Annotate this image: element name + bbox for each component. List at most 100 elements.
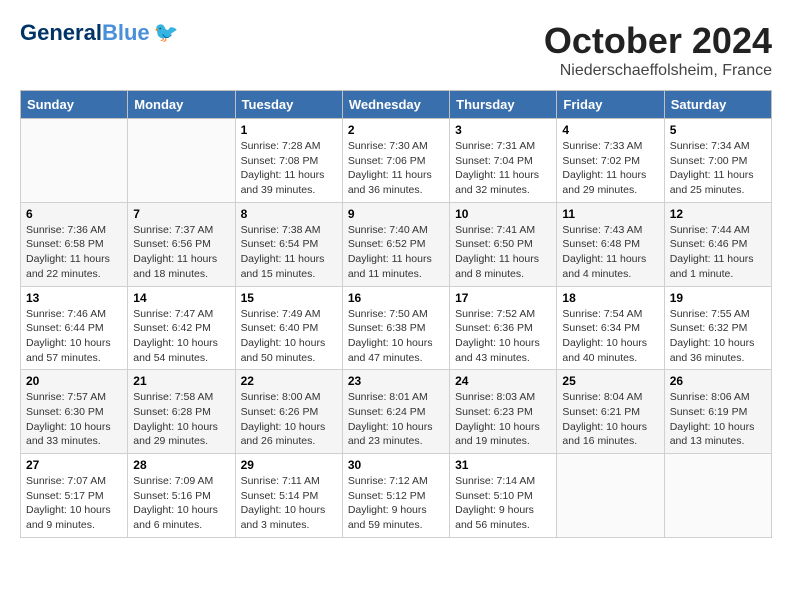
day-detail: Sunrise: 7:58 AMSunset: 6:28 PMDaylight:… (133, 390, 229, 449)
header-sunday: Sunday (21, 91, 128, 119)
day-number: 21 (133, 374, 229, 388)
calendar-cell: 9Sunrise: 7:40 AMSunset: 6:52 PMDaylight… (342, 202, 449, 286)
title-area: October 2024 Niederschaeffolsheim, Franc… (544, 20, 772, 80)
day-number: 14 (133, 291, 229, 305)
day-number: 7 (133, 207, 229, 221)
day-detail: Sunrise: 7:41 AMSunset: 6:50 PMDaylight:… (455, 223, 551, 282)
day-number: 10 (455, 207, 551, 221)
calendar-cell: 16 Sunrise: 7:50 AMSunset: 6:38 PMDayligh… (342, 286, 449, 370)
day-detail: Sunrise: 7:33 AMSunset: 7:02 PMDaylight:… (562, 139, 658, 198)
logo-text: GeneralBlue (20, 22, 150, 44)
day-detail: Sunrise: 7:14 AMSunset: 5:10 PMDaylight:… (455, 474, 551, 533)
day-detail: Sunrise: 7:49 AMSunset: 6:40 PMDaylight:… (241, 307, 337, 366)
day-detail: Sunrise: 7:09 AMSunset: 5:16 PMDaylight:… (133, 474, 229, 533)
day-detail: Sunrise: 7:34 AMSunset: 7:00 PMDaylight:… (670, 139, 766, 198)
day-number: 27 (26, 458, 122, 472)
day-number: 18 (562, 291, 658, 305)
calendar-cell: 11 Sunrise: 7:43 AMSunset: 6:48 PMDayligh… (557, 202, 664, 286)
header-wednesday: Wednesday (342, 91, 449, 119)
calendar-cell: 31 Sunrise: 7:14 AMSunset: 5:10 PMDayligh… (450, 454, 557, 538)
day-number: 29 (241, 458, 337, 472)
day-number: 4 (562, 123, 658, 137)
day-detail: Sunrise: 7:52 AMSunset: 6:36 PMDaylight:… (455, 307, 551, 366)
calendar-cell (557, 454, 664, 538)
day-number: 16 (348, 291, 444, 305)
day-number: 17 (455, 291, 551, 305)
day-number: 15 (241, 291, 337, 305)
day-number: 26 (670, 374, 766, 388)
day-number: 2 (348, 123, 444, 137)
calendar-week-row: 13Sunrise: 7:46 AMSunset: 6:44 PMDayligh… (21, 286, 772, 370)
calendar-cell: 13Sunrise: 7:46 AMSunset: 6:44 PMDayligh… (21, 286, 128, 370)
day-number: 31 (455, 458, 551, 472)
calendar-cell: 20 Sunrise: 7:57 AMSunset: 6:30 PMDayligh… (21, 370, 128, 454)
calendar-cell (21, 119, 128, 203)
calendar-cell: 18Sunrise: 7:54 AMSunset: 6:34 PMDayligh… (557, 286, 664, 370)
calendar-cell: 3 Sunrise: 7:31 AMSunset: 7:04 PMDaylight… (450, 119, 557, 203)
day-detail: Sunrise: 7:30 AMSunset: 7:06 PMDaylight:… (348, 139, 444, 198)
calendar-cell: 17 Sunrise: 7:52 AMSunset: 6:36 PMDayligh… (450, 286, 557, 370)
calendar-cell: 6Sunrise: 7:36 AMSunset: 6:58 PMDaylight… (21, 202, 128, 286)
calendar-cell: 24Sunrise: 8:03 AMSunset: 6:23 PMDayligh… (450, 370, 557, 454)
calendar-cell (664, 454, 771, 538)
day-detail: Sunrise: 8:00 AMSunset: 6:26 PMDaylight:… (241, 390, 337, 449)
calendar-cell: 5 Sunrise: 7:34 AMSunset: 7:00 PMDaylight… (664, 119, 771, 203)
day-number: 28 (133, 458, 229, 472)
calendar: Sunday Monday Tuesday Wednesday Thursday… (20, 90, 772, 538)
calendar-cell: 4 Sunrise: 7:33 AMSunset: 7:02 PMDaylight… (557, 119, 664, 203)
calendar-cell: 2 Sunrise: 7:30 AMSunset: 7:06 PMDaylight… (342, 119, 449, 203)
day-detail: Sunrise: 7:57 AMSunset: 6:30 PMDaylight:… (26, 390, 122, 449)
day-detail: Sunrise: 7:28 AMSunset: 7:08 PMDaylight:… (241, 139, 337, 198)
day-number: 1 (241, 123, 337, 137)
calendar-cell: 29 Sunrise: 7:11 AMSunset: 5:14 PMDayligh… (235, 454, 342, 538)
calendar-week-row: 1 Sunrise: 7:28 AMSunset: 7:08 PMDaylight… (21, 119, 772, 203)
header-tuesday: Tuesday (235, 91, 342, 119)
day-number: 20 (26, 374, 122, 388)
day-detail: Sunrise: 7:12 AMSunset: 5:12 PMDaylight:… (348, 474, 444, 533)
day-number: 19 (670, 291, 766, 305)
day-detail: Sunrise: 8:01 AMSunset: 6:24 PMDaylight:… (348, 390, 444, 449)
calendar-cell: 1 Sunrise: 7:28 AMSunset: 7:08 PMDaylight… (235, 119, 342, 203)
day-detail: Sunrise: 7:11 AMSunset: 5:14 PMDaylight:… (241, 474, 337, 533)
day-detail: Sunrise: 7:37 AMSunset: 6:56 PMDaylight:… (133, 223, 229, 282)
calendar-cell: 23Sunrise: 8:01 AMSunset: 6:24 PMDayligh… (342, 370, 449, 454)
day-number: 30 (348, 458, 444, 472)
calendar-cell: 8Sunrise: 7:38 AMSunset: 6:54 PMDaylight… (235, 202, 342, 286)
day-detail: Sunrise: 8:03 AMSunset: 6:23 PMDaylight:… (455, 390, 551, 449)
calendar-cell: 27 Sunrise: 7:07 AMSunset: 5:17 PMDayligh… (21, 454, 128, 538)
day-number: 12 (670, 207, 766, 221)
day-detail: Sunrise: 7:44 AMSunset: 6:46 PMDaylight:… (670, 223, 766, 282)
calendar-week-row: 6Sunrise: 7:36 AMSunset: 6:58 PMDaylight… (21, 202, 772, 286)
day-number: 8 (241, 207, 337, 221)
calendar-week-row: 27 Sunrise: 7:07 AMSunset: 5:17 PMDayligh… (21, 454, 772, 538)
calendar-cell: 19 Sunrise: 7:55 AMSunset: 6:32 PMDayligh… (664, 286, 771, 370)
day-detail: Sunrise: 7:31 AMSunset: 7:04 PMDaylight:… (455, 139, 551, 198)
day-number: 5 (670, 123, 766, 137)
calendar-cell: 26Sunrise: 8:06 AMSunset: 6:19 PMDayligh… (664, 370, 771, 454)
calendar-cell: 14 Sunrise: 7:47 AMSunset: 6:42 PMDayligh… (128, 286, 235, 370)
day-detail: Sunrise: 7:43 AMSunset: 6:48 PMDaylight:… (562, 223, 658, 282)
weekday-header-row: Sunday Monday Tuesday Wednesday Thursday… (21, 91, 772, 119)
day-detail: Sunrise: 7:50 AMSunset: 6:38 PMDaylight:… (348, 307, 444, 366)
calendar-cell: 30 Sunrise: 7:12 AMSunset: 5:12 PMDayligh… (342, 454, 449, 538)
calendar-cell: 10 Sunrise: 7:41 AMSunset: 6:50 PMDayligh… (450, 202, 557, 286)
day-number: 25 (562, 374, 658, 388)
day-number: 6 (26, 207, 122, 221)
calendar-cell: 25Sunrise: 8:04 AMSunset: 6:21 PMDayligh… (557, 370, 664, 454)
header-thursday: Thursday (450, 91, 557, 119)
day-number: 3 (455, 123, 551, 137)
day-number: 11 (562, 207, 658, 221)
day-number: 13 (26, 291, 122, 305)
header-saturday: Saturday (664, 91, 771, 119)
day-number: 22 (241, 374, 337, 388)
calendar-cell: 12 Sunrise: 7:44 AMSunset: 6:46 PMDayligh… (664, 202, 771, 286)
location-title: Niederschaeffolsheim, France (544, 62, 772, 80)
calendar-week-row: 20 Sunrise: 7:57 AMSunset: 6:30 PMDayligh… (21, 370, 772, 454)
logo: GeneralBlue 🐦 (20, 20, 179, 45)
calendar-cell: 21 Sunrise: 7:58 AMSunset: 6:28 PMDayligh… (128, 370, 235, 454)
day-detail: Sunrise: 7:47 AMSunset: 6:42 PMDaylight:… (133, 307, 229, 366)
day-detail: Sunrise: 7:55 AMSunset: 6:32 PMDaylight:… (670, 307, 766, 366)
header-friday: Friday (557, 91, 664, 119)
day-detail: Sunrise: 7:07 AMSunset: 5:17 PMDaylight:… (26, 474, 122, 533)
header-monday: Monday (128, 91, 235, 119)
